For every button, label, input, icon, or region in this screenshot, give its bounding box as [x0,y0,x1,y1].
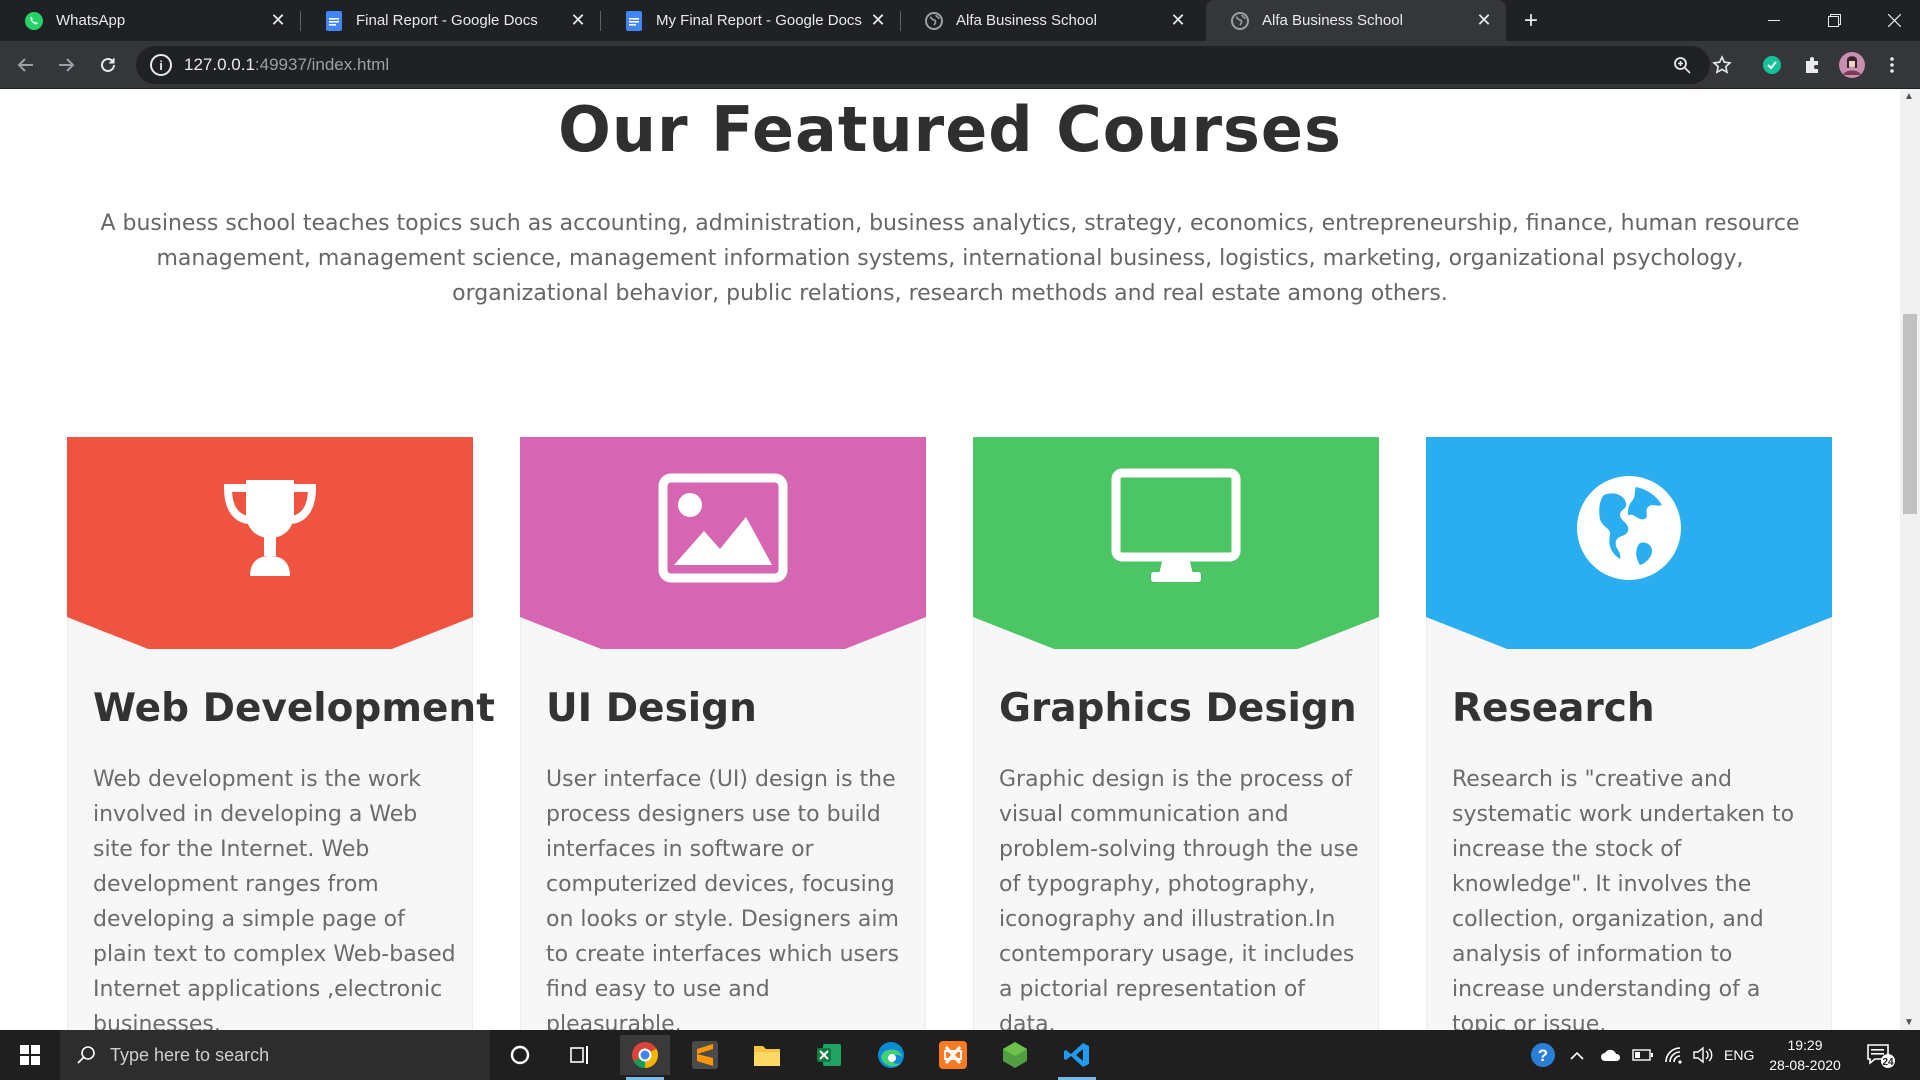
card-banner [520,437,926,649]
menu-kebab-icon[interactable] [1876,49,1908,81]
svg-text:?: ? [1538,1046,1548,1065]
excel-icon[interactable] [804,1035,854,1075]
page-viewport: Our Featured Courses A business school t… [0,89,1900,1030]
whatsapp-icon [24,11,44,31]
card-banner [973,437,1379,649]
desktop-icon [1111,468,1241,582]
chrome-taskbar-icon[interactable] [620,1035,670,1080]
tab-title: Alfa Business School [956,12,1097,29]
bookmark-star-icon[interactable] [1706,49,1738,81]
card-title: Web Development [93,686,495,731]
clock-date: 28-08-2020 [1769,1057,1841,1073]
reload-icon [101,57,115,72]
page-scrollbar[interactable]: ▲ ▼ [1900,89,1920,1030]
card-title: Research [1452,686,1655,731]
address-bar[interactable]: i 127.0.0.1:49937/index.html [136,46,1710,84]
close-icon[interactable]: ✕ [1472,9,1496,33]
scroll-up-arrow[interactable]: ▲ [1904,91,1914,102]
intro-paragraph: A business school teaches topics such as… [100,211,1800,306]
course-card-ui-design[interactable]: UI Design User interface (UI) design is … [520,437,926,1030]
google-docs-icon [624,10,644,31]
tab-title: Final Report - Google Docs [356,12,538,29]
profile-avatar[interactable] [1836,49,1868,81]
card-banner [1426,437,1832,649]
tab-alfa-business-school[interactable]: Alfa Business School ✕ [900,0,1200,41]
file-explorer-icon[interactable] [742,1035,792,1075]
close-icon[interactable]: ✕ [266,9,290,33]
close-icon[interactable]: ✕ [866,9,890,33]
nodejs-icon[interactable] [990,1035,1040,1075]
search-icon [77,1046,95,1064]
tab-alfa-business-school-active[interactable]: Alfa Business School ✕ [1206,0,1506,41]
globe-americas-icon [1577,476,1681,580]
close-icon[interactable]: ✕ [566,9,590,33]
card-description: Web development is the work involved in … [93,767,456,1030]
arrow-left-icon [17,58,33,72]
close-window-button[interactable] [1866,0,1920,41]
battery-icon[interactable] [1632,1030,1654,1080]
cortana-icon[interactable] [495,1035,545,1075]
browser-tab-strip: WhatsApp ✕ Final Report - Google Docs ✕ … [0,0,1920,41]
forward-button[interactable] [50,49,82,81]
close-icon[interactable]: ✕ [1166,9,1190,33]
card-description: User interface (UI) design is the proces… [546,767,900,1030]
system-clock[interactable]: 19:29 28-08-2020 [1760,1035,1850,1075]
search-placeholder: Type here to search [110,1044,270,1065]
tab-whatsapp[interactable]: WhatsApp ✕ [0,0,300,41]
clock-time: 19:29 [1787,1037,1823,1053]
globe-icon [1230,11,1250,31]
volume-icon[interactable] [1692,1030,1714,1080]
vscode-icon[interactable] [1052,1035,1102,1080]
course-card-research[interactable]: Research Research is "creative and syste… [1426,437,1832,1030]
trophy-icon [223,480,317,576]
tab-my-final-report[interactable]: My Final Report - Google Docs ✕ [600,0,900,41]
language-indicator[interactable]: ENG [1724,1030,1754,1080]
task-view-icon[interactable] [555,1035,605,1075]
browser-toolbar: i 127.0.0.1:49937/index.html [0,41,1920,89]
onedrive-cloud-icon[interactable] [1600,1030,1622,1080]
taskbar-search-input[interactable]: Type here to search [60,1030,490,1080]
start-button[interactable] [0,1030,60,1080]
globe-icon [924,11,944,31]
chevron-up-icon[interactable] [1570,1030,1584,1080]
card-description: Graphic design is the process of visual … [999,767,1359,1030]
card-description: Research is "creative and systematic wor… [1452,767,1795,1030]
extensions-puzzle-icon[interactable] [1796,49,1828,81]
notifications-icon[interactable]: 24 [1866,1030,1896,1080]
windows-logo-icon [20,1045,40,1065]
card-title: UI Design [546,686,757,731]
tab-final-report[interactable]: Final Report - Google Docs ✕ [300,0,600,41]
new-tab-button[interactable]: + [1516,6,1546,36]
url-text: 127.0.0.1:49937/index.html [184,55,390,74]
course-card-graphics-design[interactable]: Graphics Design Graphic design is the pr… [973,437,1379,1030]
reload-button[interactable] [92,49,124,81]
back-button[interactable] [10,49,42,81]
card-banner [67,437,473,649]
edge-icon[interactable] [866,1035,916,1075]
tab-title: Alfa Business School [1262,12,1403,29]
google-docs-icon [324,10,344,31]
scrollbar-thumb[interactable] [1903,314,1917,514]
restore-button[interactable] [1806,0,1862,41]
card-title: Graphics Design [999,686,1357,731]
sublime-text-icon[interactable] [680,1035,730,1075]
minimize-button[interactable] [1746,0,1802,41]
tab-title: My Final Report - Google Docs [656,12,862,29]
zoom-icon[interactable] [1666,49,1698,81]
extension-grammarly-icon[interactable] [1756,49,1788,81]
arrow-right-icon [59,58,75,72]
image-icon [658,473,788,583]
help-icon[interactable]: ? [1530,1030,1556,1080]
windows-taskbar: Type here to search ? ENG 19:29 28-08-20… [0,1030,1920,1080]
scroll-down-arrow[interactable]: ▼ [1904,1017,1914,1028]
wifi-icon[interactable] [1664,1030,1684,1080]
page-title: Our Featured Courses [558,93,1342,166]
notification-count: 24 [1882,1057,1894,1068]
course-card-web-development[interactable]: Web Development Web development is the w… [67,437,495,1030]
tab-title: WhatsApp [56,12,126,29]
xampp-icon[interactable] [928,1035,978,1075]
info-icon[interactable]: i [150,54,172,76]
